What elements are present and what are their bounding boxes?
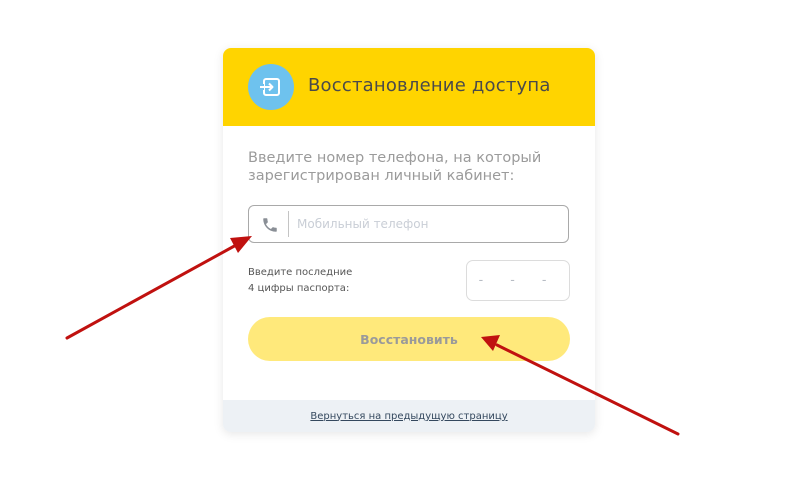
- passport-label-line1: Введите последние: [248, 267, 353, 278]
- sign-in-icon: [248, 64, 294, 110]
- page-title: Восстановление доступа: [308, 75, 551, 96]
- passport-label-line2: 4 цифры паспорта:: [248, 283, 350, 294]
- phone-field-divider: [288, 211, 289, 237]
- phone-icon: [261, 216, 279, 234]
- passport-label: Введите последние 4 цифры паспорта:: [248, 265, 448, 297]
- restore-access-card: Восстановление доступа Введите номер тел…: [223, 48, 595, 432]
- card-footer: Вернуться на предыдущую страницу: [223, 400, 595, 432]
- restore-button[interactable]: Восстановить: [248, 317, 570, 361]
- passport-digits-input[interactable]: [477, 261, 561, 300]
- phone-input[interactable]: [297, 206, 557, 242]
- phone-field[interactable]: [248, 205, 569, 243]
- intro-text: Введите номер телефона, на который зарег…: [248, 150, 542, 184]
- back-link[interactable]: Вернуться на предыдущую страницу: [310, 411, 507, 422]
- passport-digits-field[interactable]: [466, 260, 570, 301]
- card-header: Восстановление доступа: [223, 48, 595, 126]
